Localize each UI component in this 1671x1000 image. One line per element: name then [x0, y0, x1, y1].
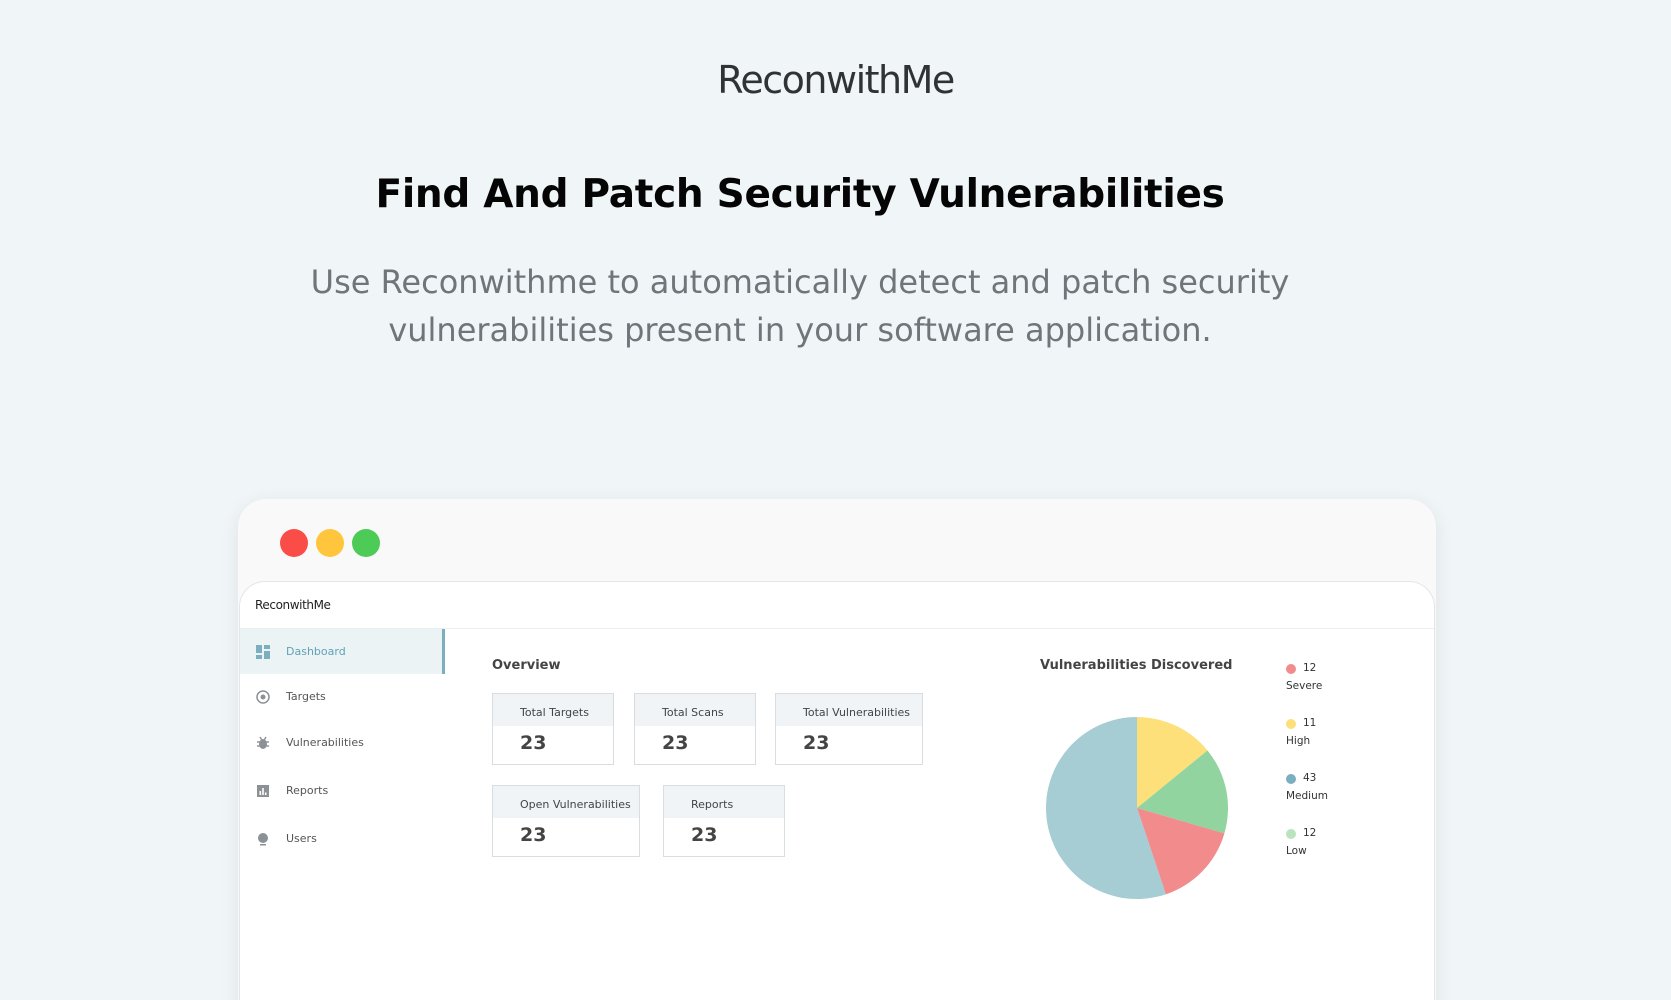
stat-card-open-vulnerabilities: Open Vulnerabilities 23 [492, 785, 640, 857]
page-headline: Find And Patch Security Vulnerabilities [375, 172, 1225, 217]
sidebar-item-targets[interactable]: Targets [240, 674, 445, 719]
legend-dot [1286, 664, 1296, 674]
overview-title: Overview [492, 658, 561, 673]
stat-card-total-scans: Total Scans 23 [634, 693, 756, 765]
vulnerabilities-chart-title: Vulnerabilities Discovered [1040, 658, 1233, 673]
stat-card-value: 23 [691, 824, 718, 846]
stat-card-label: Open Vulnerabilities [493, 786, 639, 818]
target-icon [256, 689, 270, 704]
sidebar-item-label: Dashboard [286, 645, 346, 658]
stat-card-total-vulnerabilities: Total Vulnerabilities 23 [775, 693, 923, 765]
sidebar-item-dashboard[interactable]: Dashboard [240, 629, 445, 674]
window-close-button[interactable] [280, 529, 308, 557]
stat-card-value: 23 [520, 824, 547, 846]
stat-card-label: Total Targets [493, 694, 613, 726]
legend-label: High [1286, 735, 1311, 747]
sidebar-item-reports[interactable]: Reports [240, 768, 445, 813]
sidebar-item-label: Targets [286, 690, 326, 703]
sidebar-item-label: Users [286, 832, 317, 845]
brand-logo-text: ReconwithMe [717, 58, 955, 102]
sidebar-item-label: Vulnerabilities [286, 736, 364, 749]
browser-window: ReconwithMe Dashboard Targets Vulnerabil… [238, 499, 1436, 1000]
legend-value: 12 [1303, 662, 1317, 674]
sidebar-item-users[interactable]: Users [240, 816, 445, 861]
bug-icon [257, 736, 269, 749]
stat-card-total-targets: Total Targets 23 [492, 693, 614, 765]
user-icon [258, 832, 268, 845]
stat-card-value: 23 [520, 732, 547, 754]
vulnerabilities-pie-chart [1046, 717, 1228, 899]
legend-dot [1286, 774, 1296, 784]
sidebar-item-label: Reports [286, 784, 329, 797]
window-maximize-button[interactable] [352, 529, 380, 557]
stat-card-reports: Reports 23 [663, 785, 785, 857]
window-minimize-button[interactable] [316, 529, 344, 557]
reports-icon [257, 784, 269, 797]
legend-label: Low [1286, 845, 1307, 857]
sidebar-item-vulnerabilities[interactable]: Vulnerabilities [240, 720, 445, 765]
stat-card-label: Total Scans [635, 694, 755, 726]
subheadline-line-2: vulnerabilities present in your software… [388, 311, 1212, 349]
stat-card-value: 23 [803, 732, 830, 754]
legend-label: Medium [1286, 790, 1328, 802]
legend-dot [1286, 719, 1296, 729]
page-subheadline: Use Reconwithme to automatically detect … [0, 258, 1600, 354]
dashboard-icon [256, 644, 270, 659]
sidebar: Dashboard Targets Vulnerabilities Report… [240, 629, 445, 1000]
app-title: ReconwithMe [255, 598, 331, 612]
legend-label: Severe [1286, 680, 1323, 692]
legend-value: 12 [1303, 827, 1317, 839]
legend-value: 43 [1303, 772, 1317, 784]
legend-value: 11 [1303, 717, 1317, 729]
subheadline-line-1: Use Reconwithme to automatically detect … [310, 263, 1290, 301]
stat-card-value: 23 [662, 732, 689, 754]
legend-dot [1286, 829, 1296, 839]
stat-card-label: Reports [664, 786, 784, 818]
app-screen: ReconwithMe Dashboard Targets Vulnerabil… [239, 581, 1435, 1000]
stat-card-label: Total Vulnerabilities [776, 694, 922, 726]
